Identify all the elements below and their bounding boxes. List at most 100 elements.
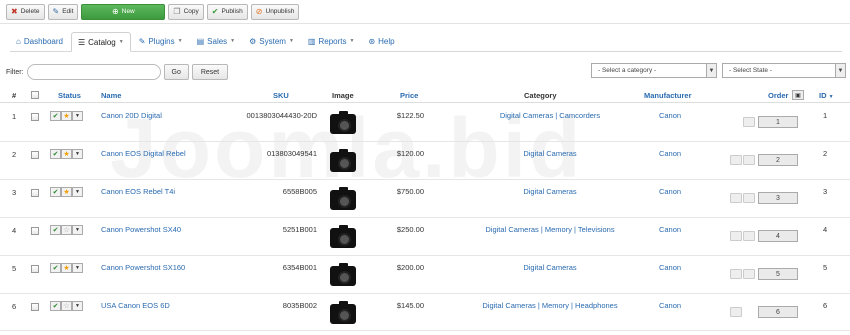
menu-catalog[interactable]: ☰ Catalog ▼ xyxy=(70,32,131,52)
product-name-link[interactable]: Canon 20D Digital xyxy=(101,111,162,120)
order-input[interactable]: 3 xyxy=(758,192,798,204)
product-category-links[interactable]: Digital Cameras | Memory | Headphones xyxy=(480,301,620,310)
order-input[interactable]: 6 xyxy=(758,306,798,318)
edit-button[interactable]: ✎ Edit xyxy=(47,3,79,20)
menu-system[interactable]: ⚙ System ▼ xyxy=(243,31,300,51)
status-dropdown-icon[interactable]: ▼ xyxy=(72,225,83,235)
header-status[interactable]: Status xyxy=(58,91,81,100)
menu-reports[interactable]: ▥ Reports ▼ xyxy=(302,31,361,51)
published-check-icon[interactable]: ✔ xyxy=(50,111,61,121)
move-down-icon[interactable] xyxy=(743,231,755,241)
publish-button[interactable]: ✔ Publish xyxy=(206,3,248,20)
menu-help[interactable]: ⊛ Help xyxy=(362,31,400,51)
product-thumbnail[interactable] xyxy=(330,187,356,210)
product-name-link[interactable]: Canon EOS Digital Rebel xyxy=(101,149,186,158)
category-select[interactable]: - Select a category - ▼ xyxy=(591,63,717,78)
row-number: 3 xyxy=(12,188,17,197)
unpublish-button[interactable]: ⊘ Unpublish xyxy=(250,3,300,20)
move-up-icon[interactable] xyxy=(730,155,742,165)
order-input[interactable]: 4 xyxy=(758,230,798,242)
state-select[interactable]: - Select State - ▼ xyxy=(722,63,846,78)
product-name-link[interactable]: Canon Powershot SX160 xyxy=(101,263,185,272)
published-check-icon[interactable]: ✔ xyxy=(50,263,61,273)
manufacturer-link[interactable]: Canon xyxy=(644,263,696,272)
product-category-links[interactable]: Digital Cameras | Camcorders xyxy=(480,111,620,120)
product-category-links[interactable]: Digital Cameras xyxy=(480,187,620,196)
featured-star-icon[interactable]: ★ xyxy=(61,263,72,273)
row-checkbox[interactable] xyxy=(31,113,39,121)
status-dropdown-icon[interactable]: ▼ xyxy=(72,149,83,159)
product-category-links[interactable]: Digital Cameras | Memory | Televisions xyxy=(480,225,620,234)
featured-star-icon[interactable]: ☆ xyxy=(61,301,72,311)
published-check-icon[interactable]: ✔ xyxy=(50,149,61,159)
delete-button[interactable]: ✖ Delete xyxy=(6,3,45,20)
published-check-icon[interactable]: ✔ xyxy=(50,225,61,235)
go-button[interactable]: Go xyxy=(163,64,189,80)
header-price[interactable]: Price xyxy=(400,91,418,100)
move-down-icon[interactable] xyxy=(743,155,755,165)
filter-input[interactable] xyxy=(26,64,161,80)
manufacturer-link[interactable]: Canon xyxy=(644,301,696,310)
status-dropdown-icon[interactable]: ▼ xyxy=(72,263,83,273)
product-category-links[interactable]: Digital Cameras xyxy=(480,149,620,158)
move-up-icon[interactable] xyxy=(730,231,742,241)
camera-icon xyxy=(330,149,356,172)
product-thumbnail[interactable] xyxy=(330,301,356,324)
order-controls: 1 xyxy=(730,116,798,128)
chevron-down-icon: ▼ xyxy=(835,64,845,77)
row-id: 1 xyxy=(823,111,828,120)
featured-star-icon[interactable]: ☆ xyxy=(61,225,72,235)
product-category-links[interactable]: Digital Cameras xyxy=(480,263,620,272)
status-dropdown-icon[interactable]: ▼ xyxy=(72,111,83,121)
product-sku: 013803049541 xyxy=(266,149,317,158)
manufacturer-link[interactable]: Canon xyxy=(644,225,696,234)
save-order-button[interactable]: ▣ xyxy=(792,90,804,100)
menu-dashboard[interactable]: ⌂ Dashboard xyxy=(10,31,69,51)
header-sku[interactable]: SKU xyxy=(273,91,289,100)
header-id[interactable]: ID ▼ xyxy=(819,91,834,100)
row-checkbox[interactable] xyxy=(31,265,39,273)
header-image: Image xyxy=(332,91,354,100)
row-checkbox[interactable] xyxy=(31,227,39,235)
featured-star-icon[interactable]: ★ xyxy=(61,111,72,121)
product-name-link[interactable]: Canon Powershot SX40 xyxy=(101,225,181,234)
manufacturer-link[interactable]: Canon xyxy=(644,111,696,120)
manufacturer-link[interactable]: Canon xyxy=(644,187,696,196)
row-checkbox[interactable] xyxy=(31,189,39,197)
product-thumbnail[interactable] xyxy=(330,111,356,134)
order-input[interactable]: 2 xyxy=(758,154,798,166)
menu-sales[interactable]: ▤ Sales ▼ xyxy=(191,31,242,51)
move-down-icon[interactable] xyxy=(743,117,755,127)
reset-button[interactable]: Reset xyxy=(191,64,229,80)
header-order[interactable]: Order xyxy=(768,91,788,100)
product-name-link[interactable]: Canon EOS Rebel T4i xyxy=(101,187,175,196)
product-thumbnail[interactable] xyxy=(330,263,356,286)
published-check-icon[interactable]: ✔ xyxy=(50,187,61,197)
product-thumbnail[interactable] xyxy=(330,149,356,172)
move-up-icon[interactable] xyxy=(730,307,742,317)
status-dropdown-icon[interactable]: ▼ xyxy=(72,301,83,311)
featured-star-icon[interactable]: ★ xyxy=(61,149,72,159)
published-check-icon[interactable]: ✔ xyxy=(50,301,61,311)
table-row: 6 ✔ ☆ ▼ USA Canon EOS 6D 8035B002 $145.00 Digit… xyxy=(0,294,850,331)
menu-plugins[interactable]: ✎ Plugins ▼ xyxy=(133,31,189,51)
copy-button[interactable]: ❐ Copy xyxy=(168,3,204,20)
header-manufacturer[interactable]: Manufacturer xyxy=(644,91,692,100)
product-name-link[interactable]: USA Canon EOS 6D xyxy=(101,301,170,310)
order-controls: 5 xyxy=(730,268,798,280)
move-down-icon[interactable] xyxy=(743,193,755,203)
new-button[interactable]: ⊕ New xyxy=(81,3,166,20)
order-input[interactable]: 5 xyxy=(758,268,798,280)
featured-star-icon[interactable]: ★ xyxy=(61,187,72,197)
product-thumbnail[interactable] xyxy=(330,225,356,248)
order-input[interactable]: 1 xyxy=(758,116,798,128)
select-all-checkbox[interactable] xyxy=(31,91,39,99)
row-checkbox[interactable] xyxy=(31,303,39,311)
move-up-icon[interactable] xyxy=(730,269,742,279)
header-name[interactable]: Name xyxy=(101,91,121,100)
move-down-icon[interactable] xyxy=(743,269,755,279)
status-dropdown-icon[interactable]: ▼ xyxy=(72,187,83,197)
row-checkbox[interactable] xyxy=(31,151,39,159)
manufacturer-link[interactable]: Canon xyxy=(644,149,696,158)
move-up-icon[interactable] xyxy=(730,193,742,203)
